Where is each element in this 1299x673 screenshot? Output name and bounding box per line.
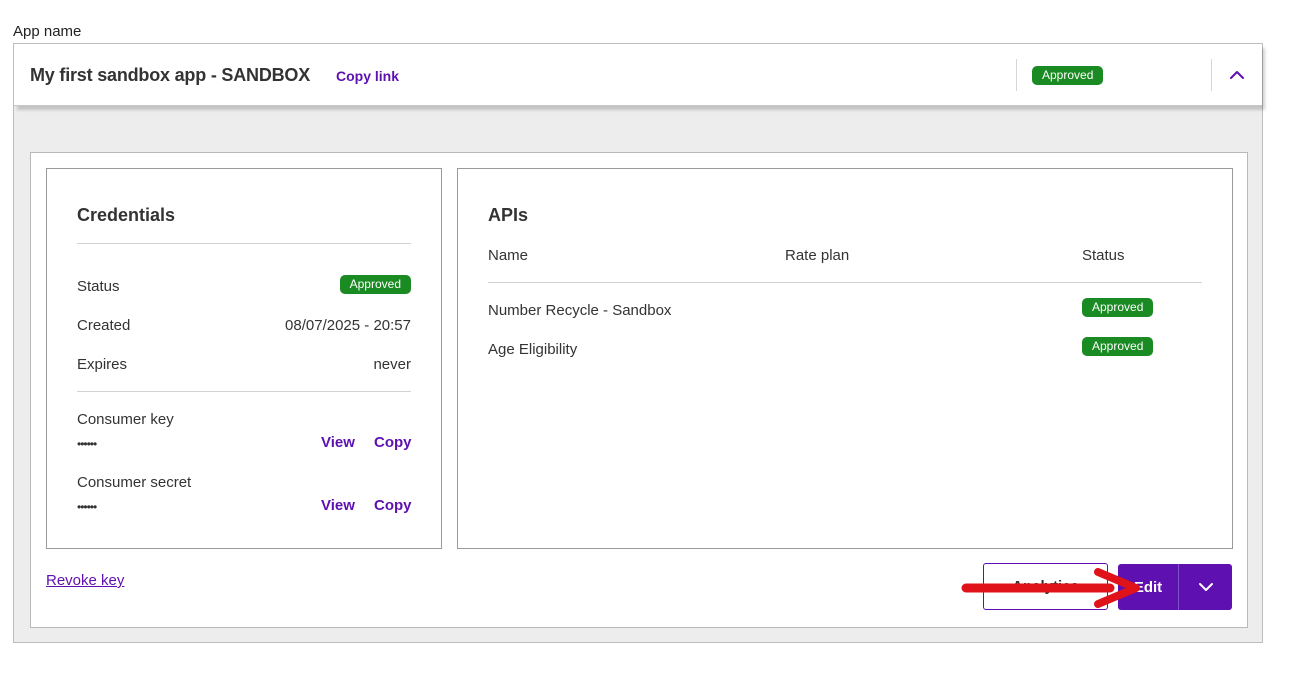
- app-status-badge: Approved: [1032, 66, 1104, 85]
- consumer-key-label: Consumer key: [77, 411, 174, 428]
- divider: [77, 243, 411, 244]
- expires-label: Expires: [77, 356, 128, 373]
- consumer-secret-label: Consumer secret: [77, 474, 192, 491]
- api-status: Approved: [1082, 298, 1154, 317]
- app-panel: My first sandbox app - SANDBOX Copy link…: [13, 43, 1263, 643]
- header-divider: [1016, 59, 1017, 91]
- app-details: Credentials Status Approved Created 08/0…: [30, 152, 1248, 628]
- credential-status: Approved: [339, 275, 411, 294]
- divider: [488, 282, 1202, 283]
- status-badge: Approved: [1082, 337, 1154, 356]
- column-header-name: Name: [488, 247, 529, 264]
- created-label: Created: [77, 317, 131, 334]
- column-header-status: Status: [1082, 247, 1125, 264]
- divider: [77, 391, 411, 392]
- expires-value: never: [373, 356, 411, 373]
- analytics-button[interactable]: Analytics: [983, 563, 1108, 610]
- status-badge: Approved: [339, 275, 411, 294]
- apis-title: APIs: [488, 205, 529, 225]
- app-title: My first sandbox app - SANDBOX: [30, 65, 311, 85]
- copy-consumer-key-button[interactable]: Copy: [374, 434, 412, 451]
- status-badge: Approved: [1032, 66, 1104, 85]
- chevron-up-icon: [1230, 71, 1244, 79]
- consumer-key-value: ••••••: [77, 437, 97, 451]
- created-value: 08/07/2025 - 20:57: [285, 317, 411, 334]
- api-name: Age Eligibility: [488, 341, 578, 358]
- collapse-button[interactable]: [1221, 60, 1253, 90]
- consumer-secret-value: ••••••: [77, 500, 97, 514]
- header-divider: [1211, 59, 1212, 91]
- copy-consumer-secret-button[interactable]: Copy: [374, 497, 412, 514]
- view-consumer-key-button[interactable]: View: [321, 434, 355, 451]
- status-badge: Approved: [1082, 298, 1154, 317]
- chevron-down-icon: [1198, 583, 1213, 591]
- apis-card: APIs Name Rate plan Status Number Recycl…: [457, 168, 1233, 549]
- api-status: Approved: [1082, 337, 1154, 356]
- view-consumer-secret-button[interactable]: View: [321, 497, 355, 514]
- credentials-title: Credentials: [77, 205, 176, 225]
- copy-link-button[interactable]: Copy link: [336, 68, 399, 84]
- status-label: Status: [77, 278, 120, 295]
- app-header: My first sandbox app - SANDBOX Copy link…: [14, 44, 1262, 106]
- edit-dropdown-button[interactable]: [1178, 564, 1232, 610]
- credentials-card: Credentials Status Approved Created 08/0…: [46, 168, 442, 549]
- api-name: Number Recycle - Sandbox: [488, 302, 672, 319]
- revoke-key-link[interactable]: Revoke key: [46, 572, 124, 589]
- column-header-rate-plan: Rate plan: [785, 247, 850, 264]
- app-name-label: App name: [13, 23, 82, 40]
- edit-button[interactable]: Edit: [1118, 564, 1178, 610]
